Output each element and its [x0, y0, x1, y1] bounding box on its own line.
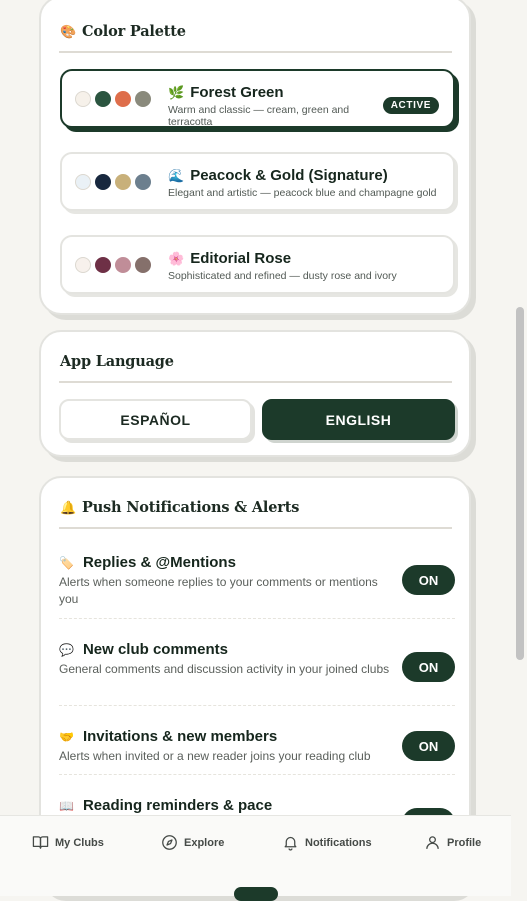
open-book-icon: 📖	[59, 799, 74, 813]
palette-icon: 🎨	[60, 25, 76, 40]
invitations-toggle[interactable]: ON	[402, 731, 455, 761]
palette-name: 🌿 Forest Green	[168, 84, 284, 101]
swatch-plum	[95, 256, 111, 273]
notification-title: 🏷️ Replies & @Mentions	[59, 554, 236, 571]
notification-title: 🤝 Invitations & new members	[59, 728, 278, 745]
nav-label: Notifications	[305, 836, 372, 849]
wave-icon: 🌊	[168, 168, 185, 183]
bell-icon	[284, 836, 297, 851]
swatch-taupe	[135, 256, 151, 273]
swatch-gold	[115, 173, 131, 190]
floating-action-button[interactable]	[234, 887, 278, 901]
divider	[59, 381, 452, 383]
swatch-slate	[135, 173, 151, 190]
notification-description: Alerts when invited or a new reader join…	[59, 749, 371, 763]
palette-description: Warm and classic — cream, green and terr…	[168, 104, 350, 128]
language-espanol-button[interactable]: ESPAÑOL	[59, 399, 252, 440]
handshake-icon: 🤝	[59, 730, 74, 744]
app-language-heading: App Language	[60, 353, 174, 370]
user-icon	[426, 836, 439, 849]
palette-name: 🌸 Editorial Rose	[168, 250, 292, 267]
nav-notifications[interactable]: Notifications	[282, 834, 372, 851]
notification-description: Alerts when someone replies to your comm…	[59, 575, 378, 606]
bottom-navigation: My Clubs Explore Notifications Profile	[0, 815, 511, 896]
push-notifications-heading: 🔔 Push Notifications & Alerts	[60, 499, 300, 516]
nav-label: My Clubs	[55, 836, 104, 849]
palette-option-editorial-rose[interactable]: 🌸 Editorial Rose Sophisticated and refine…	[60, 235, 455, 294]
nav-label: Explore	[184, 836, 225, 849]
notification-row-invitations: 🤝 Invitations & new members Alerts when i…	[59, 722, 455, 775]
swatch-cream	[75, 90, 91, 107]
palette-description: Elegant and artistic — peacock blue and …	[168, 187, 437, 199]
notification-row-mentions: 🏷️ Replies & @Mentions Alerts when someon…	[59, 548, 455, 619]
nav-profile[interactable]: Profile	[424, 834, 481, 851]
nav-explore[interactable]: Explore	[161, 834, 224, 851]
swatch-group	[75, 173, 151, 190]
scrollbar-thumb[interactable]	[516, 307, 524, 660]
swatch-ice	[75, 173, 91, 190]
swatch-group	[75, 90, 151, 107]
nav-my-clubs[interactable]: My Clubs	[32, 834, 104, 851]
blossom-icon: 🌸	[168, 251, 185, 266]
tag-icon: 🏷️	[59, 556, 74, 570]
color-palette-card: 🎨 Color Palette 🌿 Forest Green Warm and cl…	[39, 0, 471, 315]
mentions-toggle[interactable]: ON	[402, 565, 455, 595]
swatch-gray	[135, 90, 151, 107]
notification-title: 📖 Reading reminders & pace	[59, 797, 273, 814]
notification-title: 💬 New club comments	[59, 641, 228, 658]
app-language-card: App Language ESPAÑOL ENGLISH	[39, 330, 471, 457]
palette-option-forest-green[interactable]: 🌿 Forest Green Warm and classic — cream, …	[60, 69, 455, 128]
swatch-ivory	[75, 256, 91, 273]
swatch-navy	[95, 173, 111, 190]
swatch-green	[95, 90, 111, 107]
color-palette-heading: 🎨 Color Palette	[60, 23, 186, 40]
notification-description: General comments and discussion activity…	[59, 662, 390, 676]
book-icon	[32, 836, 49, 849]
swatch-rose	[115, 256, 131, 273]
swatch-terracotta	[115, 90, 131, 107]
divider	[59, 527, 452, 529]
notification-row-club-comments: 💬 New club comments General comments and …	[59, 635, 455, 706]
leaf-icon: 🌿	[168, 85, 185, 100]
palette-description: Sophisticated and refined — dusty rose a…	[168, 270, 397, 282]
palette-name: 🌊 Peacock & Gold (Signature)	[168, 167, 388, 184]
speech-bubble-icon: 💬	[59, 643, 74, 657]
language-english-button[interactable]: ENGLISH	[262, 399, 455, 440]
nav-label: Profile	[447, 836, 482, 849]
bell-icon: 🔔	[60, 501, 76, 516]
divider	[59, 51, 452, 53]
palette-option-peacock-gold[interactable]: 🌊 Peacock & Gold (Signature) Elegant and …	[60, 152, 455, 211]
compass-icon	[162, 835, 177, 850]
club-comments-toggle[interactable]: ON	[402, 652, 455, 682]
swatch-group	[75, 256, 151, 273]
active-badge: ACTIVE	[382, 97, 439, 114]
